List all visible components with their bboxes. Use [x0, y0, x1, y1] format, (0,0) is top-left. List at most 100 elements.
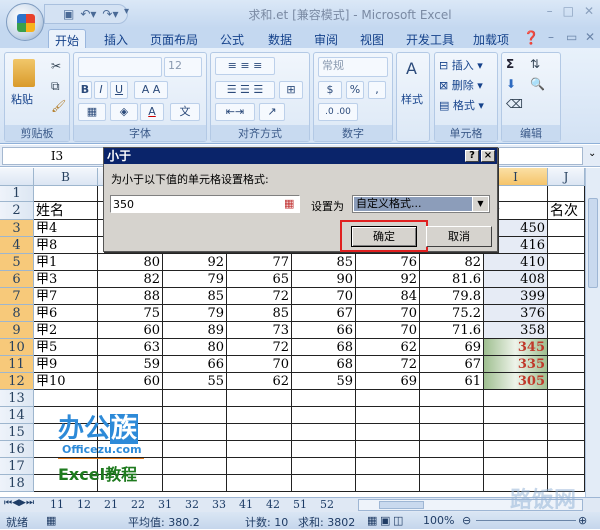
cell[interactable] — [548, 288, 585, 305]
cell[interactable] — [548, 356, 585, 373]
cell[interactable] — [356, 407, 420, 424]
name-cell[interactable]: 甲10 — [34, 373, 98, 390]
score-cell[interactable]: 65 — [227, 271, 292, 288]
tab-formulas[interactable]: 公式 — [220, 31, 244, 48]
score-cell[interactable]: 62 — [356, 339, 420, 356]
score-cell[interactable]: 69 — [420, 339, 484, 356]
score-cell[interactable]: 70 — [356, 322, 420, 339]
score-cell[interactable]: 75.2 — [420, 305, 484, 322]
zoom-in-icon[interactable]: ⊕ — [578, 514, 587, 527]
score-cell[interactable]: 92 — [163, 254, 227, 271]
tab-insert[interactable]: 插入 — [104, 31, 128, 48]
tab-review[interactable]: 审阅 — [314, 31, 338, 48]
score-cell[interactable]: 75 — [98, 305, 163, 322]
score-cell[interactable]: 70 — [227, 356, 292, 373]
sheet-tab-33[interactable]: 33 — [212, 498, 226, 511]
format-select[interactable]: 自定义格式... ▼ — [352, 195, 490, 213]
score-cell[interactable]: 80 — [98, 254, 163, 271]
row-header-9[interactable]: 9 — [0, 322, 34, 339]
expand-formula-icon[interactable]: ⌄ — [588, 148, 596, 159]
tab-view[interactable]: 视图 — [360, 31, 384, 48]
cell[interactable] — [227, 407, 292, 424]
sheet-nav-icon[interactable]: ⏮◀▶⏭ — [4, 498, 34, 508]
cell[interactable] — [34, 186, 98, 202]
cell[interactable] — [163, 475, 227, 492]
chevron-down-icon[interactable]: ▼ — [473, 197, 488, 211]
cell[interactable] — [98, 390, 163, 407]
score-cell[interactable]: 60 — [98, 322, 163, 339]
row-header-1[interactable]: 1 — [0, 186, 34, 202]
dialog-help-button[interactable]: ? — [465, 150, 479, 162]
sheet-tab-41[interactable]: 41 — [239, 498, 253, 511]
total-cell[interactable]: 376 — [484, 305, 548, 322]
underline-button[interactable]: U — [110, 81, 128, 99]
header-cell-J[interactable]: 名次 — [548, 202, 585, 220]
currency-icon[interactable]: $ — [318, 81, 342, 99]
comma-button[interactable]: , — [368, 81, 386, 99]
bold-button[interactable]: B — [78, 81, 92, 99]
row-header-13[interactable]: 13 — [0, 390, 34, 407]
group-styles[interactable]: A 样式 — [396, 52, 430, 142]
name-cell[interactable]: 甲8 — [34, 237, 98, 254]
row-header-17[interactable]: 17 — [0, 458, 34, 475]
format-painter-icon[interactable]: 🖌 — [51, 99, 66, 113]
score-cell[interactable]: 85 — [292, 254, 356, 271]
cell[interactable] — [163, 407, 227, 424]
score-cell[interactable]: 71.6 — [420, 322, 484, 339]
zoom-out-icon[interactable]: ⊖ — [462, 514, 471, 527]
number-format-select[interactable]: 常规 — [318, 57, 388, 77]
cell[interactable] — [356, 458, 420, 475]
border-icon[interactable]: ▦ — [78, 103, 106, 121]
score-cell[interactable]: 70 — [356, 305, 420, 322]
range-select-icon[interactable]: ▦ — [284, 197, 294, 210]
score-cell[interactable]: 67 — [292, 305, 356, 322]
merge-icon[interactable]: ⊞ — [279, 81, 303, 99]
row-header-3[interactable]: 3 — [0, 220, 34, 237]
copy-icon[interactable]: ⧉ — [51, 79, 60, 94]
score-cell[interactable]: 61 — [420, 373, 484, 390]
name-cell[interactable]: 甲4 — [34, 220, 98, 237]
customize-qat-icon[interactable]: ▾ — [124, 6, 129, 17]
cell[interactable] — [292, 441, 356, 458]
cell[interactable] — [420, 475, 484, 492]
ok-button[interactable]: 确定 — [351, 226, 417, 247]
score-cell[interactable]: 76 — [356, 254, 420, 271]
cell[interactable] — [163, 390, 227, 407]
score-cell[interactable]: 72 — [227, 339, 292, 356]
sort-filter-icon[interactable]: ⇅ — [530, 57, 540, 71]
page-break-view-icon[interactable]: ◫ — [393, 514, 403, 527]
score-cell[interactable]: 79.8 — [420, 288, 484, 305]
cell[interactable] — [484, 458, 548, 475]
font-size-select[interactable]: 12 — [164, 57, 202, 77]
sheet-tab-32[interactable]: 32 — [185, 498, 199, 511]
score-cell[interactable]: 67 — [420, 356, 484, 373]
select-all-button[interactable] — [0, 168, 34, 186]
tab-home[interactable]: 开始 — [48, 29, 86, 49]
vertical-scrollbar[interactable] — [585, 168, 600, 497]
cell[interactable] — [356, 441, 420, 458]
wb-close-icon[interactable]: ✕ — [585, 30, 595, 44]
row-header-7[interactable]: 7 — [0, 288, 34, 305]
score-cell[interactable]: 92 — [356, 271, 420, 288]
phonetic-icon[interactable]: 文 — [170, 103, 200, 121]
threshold-input[interactable]: 350 — [110, 195, 300, 213]
cell[interactable] — [420, 458, 484, 475]
score-cell[interactable]: 79 — [163, 305, 227, 322]
name-cell[interactable]: 甲6 — [34, 305, 98, 322]
page-layout-view-icon[interactable]: ▣ — [380, 514, 390, 527]
cell[interactable] — [548, 373, 585, 390]
cancel-button[interactable]: 取消 — [426, 226, 492, 247]
cell[interactable] — [484, 424, 548, 441]
score-cell[interactable]: 66 — [163, 356, 227, 373]
cell[interactable] — [292, 424, 356, 441]
row-header-15[interactable]: 15 — [0, 424, 34, 441]
score-cell[interactable]: 80 — [163, 339, 227, 356]
cell[interactable] — [548, 390, 585, 407]
clear-icon[interactable]: ⌫ — [506, 97, 523, 111]
cell[interactable] — [292, 475, 356, 492]
score-cell[interactable]: 66 — [292, 322, 356, 339]
wb-restore-icon[interactable]: ▭ — [566, 30, 577, 44]
score-cell[interactable]: 60 — [98, 373, 163, 390]
help-icon[interactable]: ❓ — [523, 31, 539, 46]
zoom-level[interactable]: 100% — [423, 514, 454, 527]
